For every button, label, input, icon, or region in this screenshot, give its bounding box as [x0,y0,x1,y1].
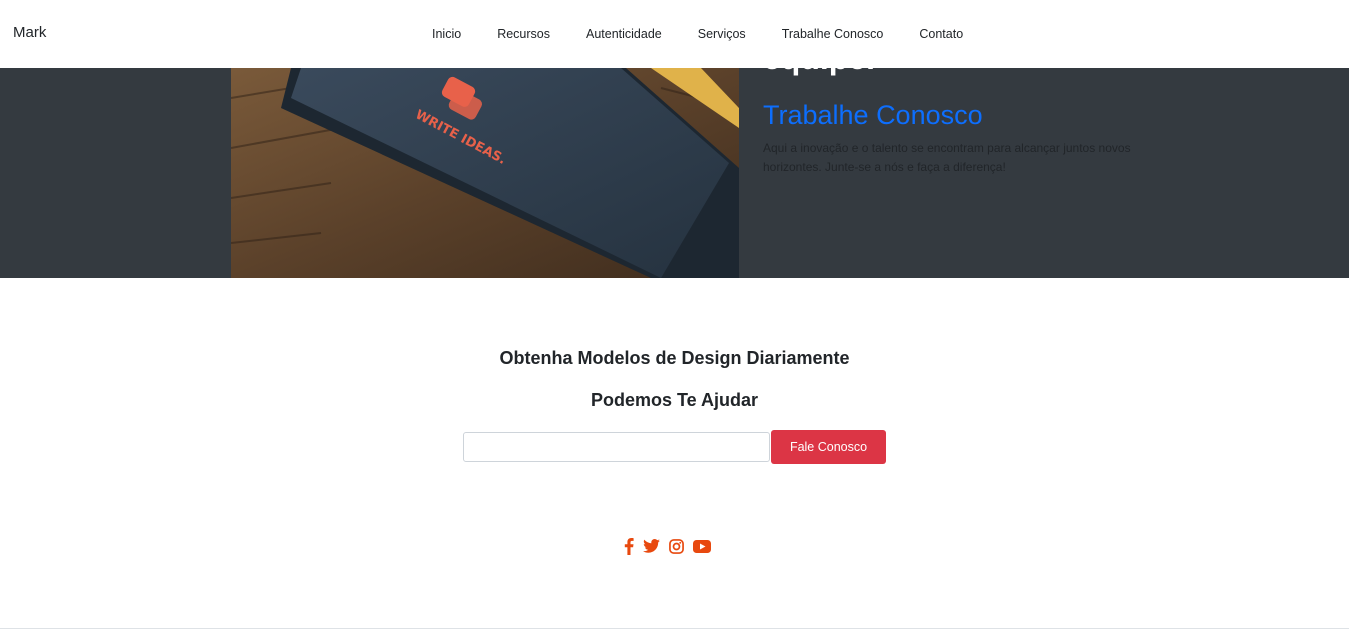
youtube-icon [693,539,711,553]
nav-link-inicio[interactable]: Inicio [414,27,479,41]
social-links [624,536,711,556]
facebook-link[interactable] [624,536,634,556]
hero-subheading: Trabalhe Conosco [763,100,983,130]
hero-heading: equipe. [763,68,875,77]
nav-link-servicos[interactable]: Serviços [680,27,764,41]
youtube-link[interactable] [693,536,711,556]
navbar: Mark Inicio Recursos Autenticidade Servi… [0,0,1349,68]
twitter-icon [643,539,660,553]
email-input[interactable] [463,432,770,462]
footer-divider [0,628,1349,629]
contact-button[interactable]: Fale Conosco [771,430,886,464]
nav-link-contato[interactable]: Contato [901,27,981,41]
instagram-icon [669,538,684,554]
cta-subtitle: Podemos Te Ajudar [590,390,759,410]
nav-link-recursos[interactable]: Recursos [479,27,568,41]
facebook-icon [624,537,634,555]
nav-links: Inicio Recursos Autenticidade Serviços T… [414,0,981,68]
nav-link-trabalhe-conosco[interactable]: Trabalhe Conosco [764,27,902,41]
notebook-image: WRITE IDEAS. [231,68,739,278]
cta-form: Fale Conosco [463,430,886,464]
nav-link-autenticidade[interactable]: Autenticidade [568,27,680,41]
cta-title: Obtenha Modelos de Design Diariamente [499,348,850,368]
hero-description: Aqui a inovação e o talento se encontram… [763,141,1131,174]
brand-logo[interactable]: Mark [13,24,46,41]
twitter-link[interactable] [643,536,660,556]
instagram-link[interactable] [669,536,684,556]
hero-section: WRITE IDEAS. equipe. Trabalhe Conosco Aq… [0,68,1349,278]
